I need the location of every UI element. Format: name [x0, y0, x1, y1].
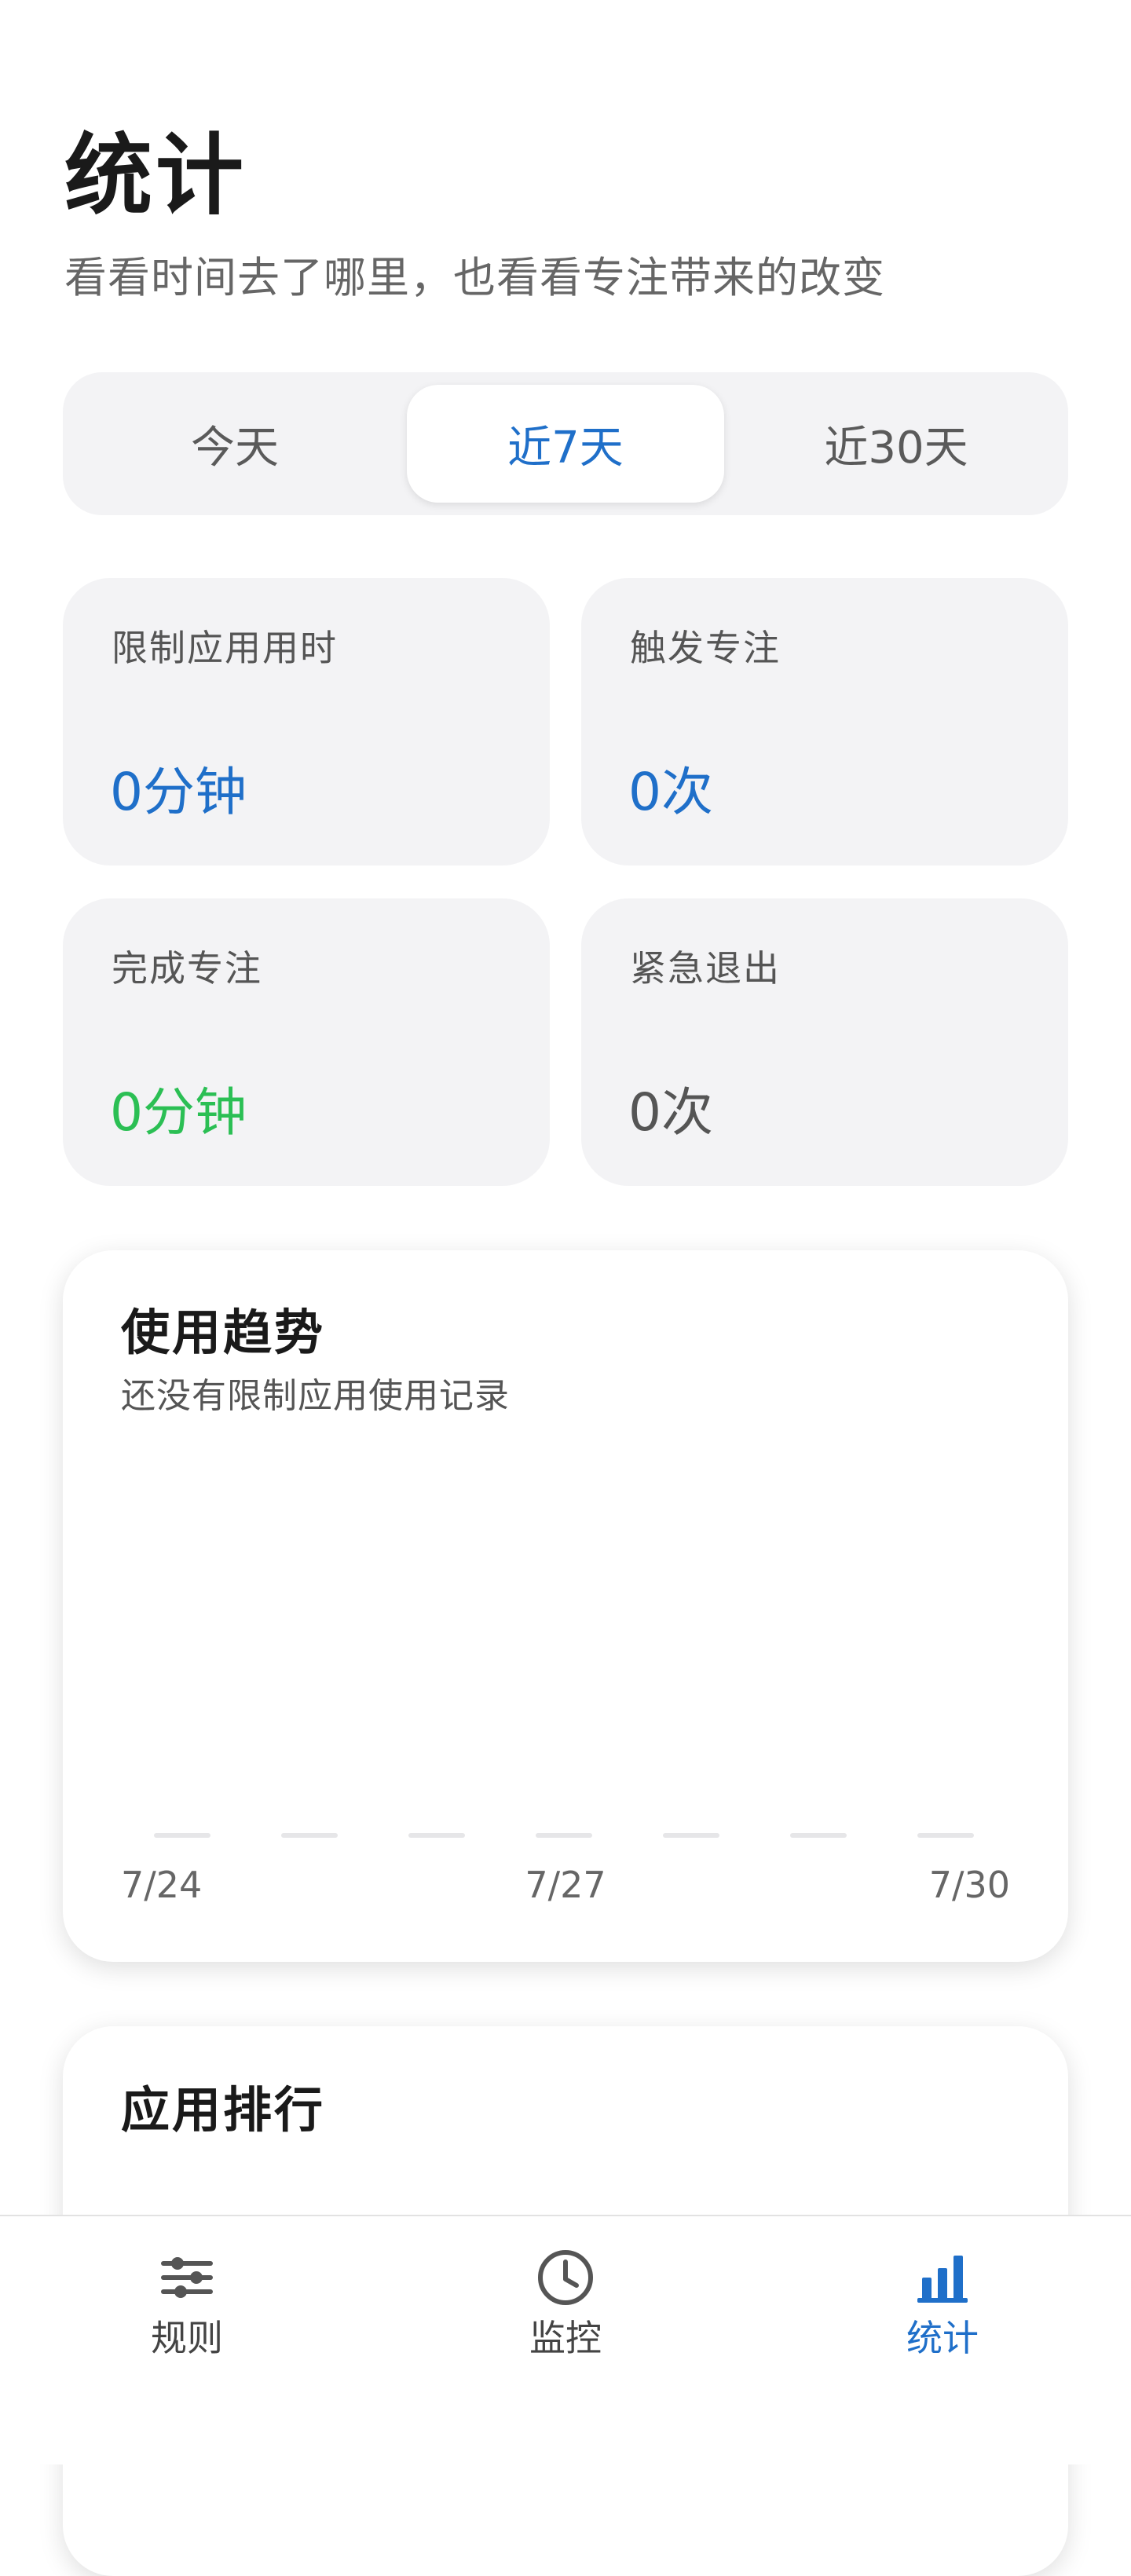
trend-bar-7/24 — [154, 1833, 210, 1838]
trend-bar-7/25 — [281, 1833, 338, 1838]
stat-label: 限制应用用时 — [112, 627, 338, 669]
stat-value: 0次 — [628, 1082, 713, 1143]
range-tab-today[interactable]: 今天 — [79, 385, 391, 503]
page-title: 统计 — [64, 125, 247, 227]
sliders-icon — [161, 2257, 213, 2298]
stat-card-emergency-exit: 紧急退出 0次 — [581, 898, 1068, 1186]
nav-label-monitor: 监控 — [529, 2317, 602, 2359]
trend-x-tick-label: 7/27 — [525, 1864, 606, 1906]
stat-label: 触发专注 — [630, 627, 781, 669]
stat-label: 紧急退出 — [630, 947, 781, 990]
usage-trend-card: 使用趋势 还没有限制应用使用记录 7/24 7/27 7/30 — [63, 1250, 1068, 1962]
trend-x-tick-label: 7/24 — [121, 1864, 202, 1906]
range-tab-30-days[interactable]: 近30天 — [740, 385, 1052, 503]
app-ranking-title: 应用排行 — [121, 2081, 326, 2139]
nav-item-statistics[interactable]: 统计 — [825, 2246, 1060, 2403]
stat-card-focus-triggered: 触发专注 0次 — [581, 578, 1068, 865]
nav-item-monitor[interactable]: 监控 — [448, 2246, 683, 2403]
trend-bar-7/26 — [408, 1833, 465, 1838]
stat-value: 0分钟 — [110, 762, 247, 822]
trend-bar-7/29 — [790, 1833, 847, 1838]
trend-x-tick-label: 7/30 — [929, 1864, 1010, 1906]
stat-value: 0分钟 — [110, 1082, 247, 1143]
range-tab-7-days[interactable]: 近7天 — [407, 385, 724, 503]
stat-card-focus-completed: 完成专注 0分钟 — [63, 898, 550, 1186]
bottom-navigation: 规则 监控 统计 — [0, 2215, 1131, 2464]
bar-chart-icon — [917, 2256, 968, 2303]
clock-icon — [538, 2250, 593, 2305]
stat-card-limited-app-time: 限制应用用时 0分钟 — [63, 578, 550, 865]
range-selector: 今天 近7天 近30天 — [63, 372, 1068, 515]
stat-value: 0次 — [628, 762, 713, 822]
nav-item-rules[interactable]: 规则 — [69, 2246, 305, 2403]
trend-bar-7/28 — [663, 1833, 719, 1838]
stat-label: 完成专注 — [112, 947, 262, 990]
nav-label-statistics: 统计 — [906, 2317, 979, 2359]
trend-bar-7/27 — [536, 1833, 592, 1838]
trend-bar-7/30 — [917, 1833, 974, 1838]
page-subtitle: 看看时间去了哪里，也看看专注带来的改变 — [64, 253, 885, 302]
nav-label-rules: 规则 — [151, 2317, 223, 2359]
usage-trend-chart: 7/24 7/27 7/30 — [121, 1833, 1010, 1906]
